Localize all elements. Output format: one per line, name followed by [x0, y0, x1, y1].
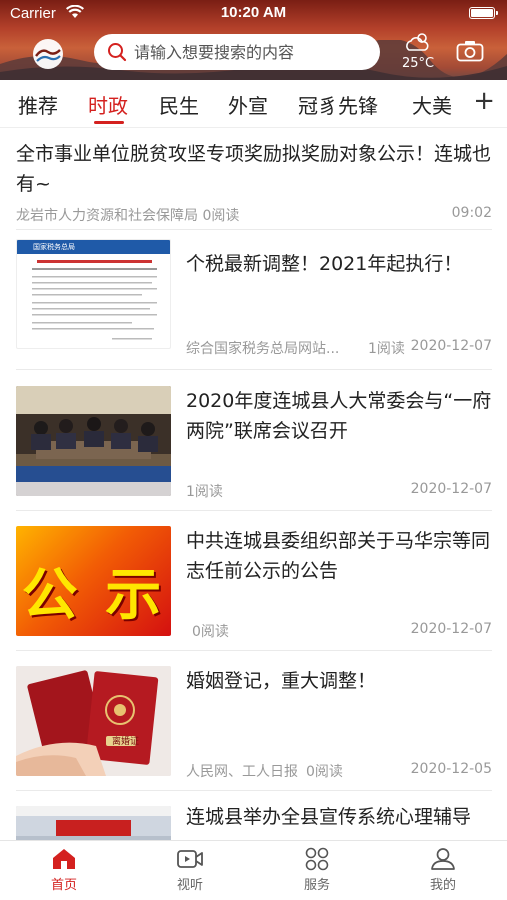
document-preview-image: [32, 260, 157, 340]
bottom-navigation: 首页 视听 服务 我的: [0, 840, 507, 900]
news-title: 2020年度连城县人大常委会与“一府两院”联席会议召开: [186, 390, 492, 442]
marriage-certificate-image: [16, 666, 171, 776]
search-input[interactable]: [134, 42, 374, 62]
thumbnail-header-text: 国家税务总局: [33, 243, 75, 251]
news-item[interactable]: 2020年度连城县人大常委会与“一府两院”联席会议召开 1阅读 2020-12-…: [16, 378, 492, 511]
tab-publicity[interactable]: 外宣: [228, 90, 268, 119]
news-thumbnail: 国家税务总局: [16, 239, 171, 349]
add-tab-button[interactable]: +: [473, 86, 495, 116]
news-thumbnail: [16, 386, 171, 496]
nav-services[interactable]: 服务: [277, 847, 357, 893]
video-icon: [177, 850, 203, 868]
news-source: 龙岩市人力资源和社会保障局 0阅读: [16, 208, 240, 224]
nav-video-label: 视听: [176, 878, 203, 893]
nav-services-label: 服务: [303, 878, 330, 893]
news-reads: 1阅读: [368, 341, 405, 357]
app-header: Carrier 10:20 AM 25°C: [0, 0, 507, 80]
news-title: 全市事业单位脱贫攻坚专项奖励拟奖励对象公示！连城也有~: [16, 143, 492, 195]
news-title: 个税最新调整！2021年起执行！: [186, 253, 463, 275]
news-item[interactable]: 国家税务总局 个税最新调整！2021年起执行！ 综合国家税务总局网站... 1阅…: [16, 237, 492, 370]
nav-home[interactable]: 首页: [24, 847, 104, 893]
news-reads: 0阅读: [192, 624, 229, 640]
news-title: 中共连城县委组织部关于马华宗等同志任前公示的公告: [186, 530, 491, 582]
news-item[interactable]: 连城县举办全县宣传系统心理辅导: [16, 798, 492, 840]
profile-icon: [431, 848, 455, 870]
tab-beauty[interactable]: 大美: [412, 90, 452, 119]
weather-widget[interactable]: 25°C: [400, 30, 436, 71]
news-item[interactable]: 公 示 中共连城县委组织部关于马华宗等同志任前公示的公告 0阅读 2020-12…: [16, 518, 492, 651]
news-feed: 全市事业单位脱贫攻坚专项奖励拟奖励对象公示！连城也有~ 龙岩市人力资源和社会保障…: [0, 129, 507, 840]
news-thumbnail: [16, 806, 171, 840]
news-time: 09:02: [451, 205, 492, 221]
meeting-photo-image: [16, 386, 171, 496]
status-time: 10:20 AM: [220, 4, 287, 21]
news-reads: 1阅读: [186, 484, 223, 500]
news-date: 2020-12-05: [410, 761, 492, 777]
news-thumbnail: 离婚证: [16, 666, 171, 776]
camera-icon[interactable]: [456, 40, 484, 62]
news-source: 综合国家税务总局网站...: [186, 341, 340, 357]
battery-icon: [469, 7, 498, 19]
weather-temperature: 25°C: [401, 56, 435, 71]
tab-politics[interactable]: 时政: [88, 90, 128, 119]
status-bar: Carrier 10:20 AM: [0, 0, 507, 28]
news-reads: 0阅读: [306, 764, 343, 780]
services-icon: [305, 847, 329, 871]
search-bar[interactable]: [94, 34, 380, 70]
tab-recommend[interactable]: 推荐: [18, 90, 58, 119]
nav-profile[interactable]: 我的: [403, 847, 483, 893]
news-date: 2020-12-07: [410, 481, 492, 497]
news-source: 人民网、工人日报: [186, 764, 298, 780]
news-thumbnail: 公 示: [16, 526, 171, 636]
tab-guanzhi-pioneer[interactable]: 冠豸先锋: [298, 90, 378, 119]
active-tab-underline: [94, 121, 124, 124]
tab-livelihood[interactable]: 民生: [159, 90, 199, 119]
news-title: 连城县举办全县宣传系统心理辅导: [186, 806, 472, 828]
thumbnail-notice-text: 公 示: [21, 563, 166, 628]
category-tabs: 推荐 时政 民生 外宣 冠豸先锋 大美 +: [0, 80, 507, 128]
training-photo-image: [16, 806, 171, 840]
news-date: 2020-12-07: [410, 621, 492, 637]
app-logo-icon[interactable]: [30, 36, 66, 72]
cloud-sun-icon: [406, 33, 429, 51]
home-icon: [53, 849, 75, 869]
nav-home-label: 首页: [50, 878, 77, 893]
news-item[interactable]: 离婚证 婚姻登记，重大调整！ 人民网、工人日报 0阅读 2020-12-05: [16, 658, 492, 791]
search-icon: [108, 43, 127, 62]
news-date: 2020-12-07: [410, 338, 492, 354]
certificate-label: 离婚证: [112, 737, 140, 747]
news-item[interactable]: 全市事业单位脱贫攻坚专项奖励拟奖励对象公示！连城也有~ 龙岩市人力资源和社会保障…: [16, 129, 492, 230]
nav-video[interactable]: 视听: [150, 847, 230, 893]
news-title: 婚姻登记，重大调整！: [186, 670, 377, 692]
nav-profile-label: 我的: [429, 878, 456, 893]
